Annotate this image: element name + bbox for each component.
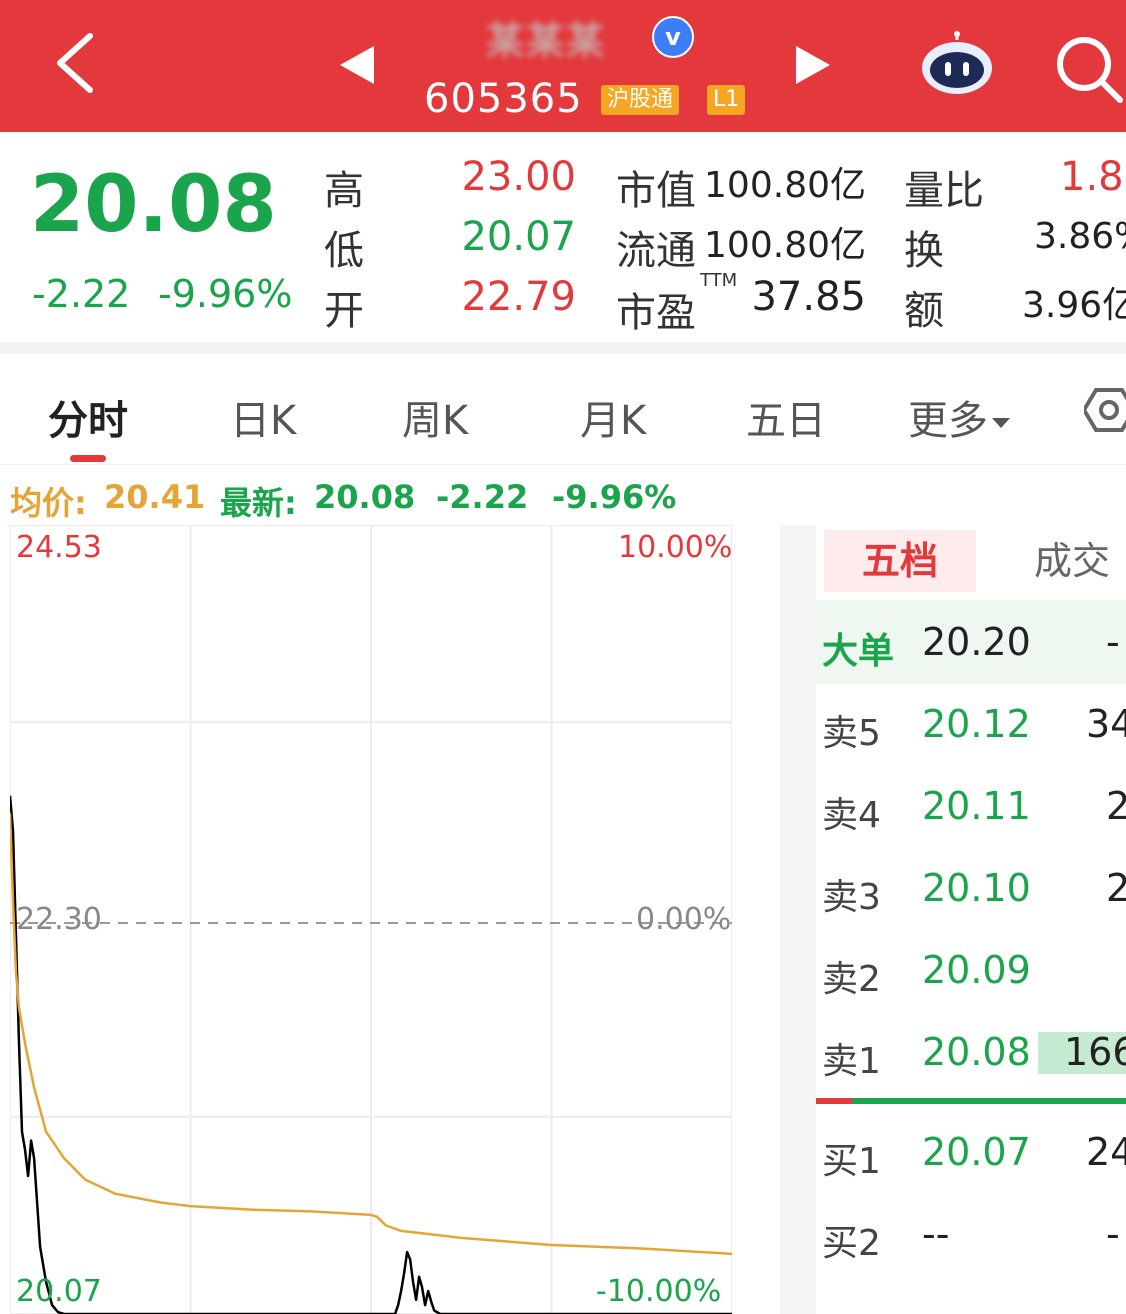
ask5-label: 卖5 bbox=[822, 713, 881, 754]
tab-bottom-line bbox=[0, 464, 1126, 465]
orderbook-separator bbox=[780, 525, 816, 1314]
prev-triangle-icon[interactable] bbox=[340, 46, 374, 84]
bid1-price[interactable]: 20.07 bbox=[922, 1130, 1031, 1174]
verified-badge-icon: v bbox=[652, 16, 694, 58]
tab-monthly-k[interactable]: 月K bbox=[580, 388, 646, 446]
connect-tag: 沪股通 bbox=[601, 85, 680, 115]
pe-label: 市盈 bbox=[616, 290, 696, 336]
high-label: 高 bbox=[324, 168, 364, 214]
bid2-price[interactable]: -- bbox=[922, 1212, 949, 1256]
intraday-chart[interactable] bbox=[10, 525, 732, 1314]
high-value: 23.00 bbox=[461, 154, 576, 200]
back-chevron-icon[interactable] bbox=[48, 28, 108, 98]
turnover-value: 3.86% bbox=[1034, 216, 1126, 257]
chart-grid bbox=[10, 525, 732, 1314]
tab-daily-k[interactable]: 日K bbox=[230, 388, 296, 446]
ask5-price[interactable]: 20.12 bbox=[922, 702, 1031, 746]
caret-down-icon bbox=[992, 418, 1010, 428]
low-value: 20.07 bbox=[461, 214, 576, 260]
level-tag: L1 bbox=[707, 85, 746, 115]
ask3-vol: 2 bbox=[1106, 866, 1126, 910]
tab-five-levels[interactable]: 五档 bbox=[824, 530, 976, 592]
latest-value: 20.08 bbox=[314, 478, 416, 516]
current-price: 20.08 bbox=[30, 160, 277, 250]
price-change: -2.22 bbox=[32, 272, 131, 316]
latest-label: 最新: bbox=[220, 484, 297, 522]
mktcap-label: 市值 bbox=[616, 168, 696, 214]
amount-value: 3.96亿 bbox=[1022, 285, 1126, 326]
ask2-label: 卖2 bbox=[822, 959, 881, 1000]
amount-label: 额 bbox=[904, 288, 944, 334]
big-order-label: 大单 bbox=[822, 631, 895, 672]
y-axis-top-label: 24.53 bbox=[16, 530, 102, 565]
tab-more-label: 更多 bbox=[908, 398, 988, 444]
stock-header: 某某某 v 605365 沪股通 L1 bbox=[0, 0, 1126, 132]
avg-value: 20.41 bbox=[104, 478, 206, 516]
tab-trades[interactable]: 成交 bbox=[1034, 530, 1110, 592]
bid2-vol: - bbox=[1106, 1212, 1120, 1256]
ask4-vol: 2 bbox=[1106, 784, 1126, 828]
low-label: 低 bbox=[324, 228, 364, 274]
ask1-price[interactable]: 20.08 bbox=[922, 1030, 1031, 1074]
pct-axis-bottom-label: -10.00% bbox=[596, 1274, 722, 1309]
y-axis-bottom-label: 20.07 bbox=[16, 1274, 102, 1309]
price-change-pct: -9.96% bbox=[158, 272, 293, 316]
robot-assistant-icon[interactable] bbox=[920, 30, 994, 96]
y-axis-mid-label: 22.30 bbox=[16, 902, 102, 937]
pe-ttm-sup: TTM bbox=[700, 270, 738, 291]
tab-intraday[interactable]: 分时 bbox=[48, 388, 128, 446]
ask3-label: 卖3 bbox=[822, 877, 881, 918]
mktcap-value: 100.80亿 bbox=[704, 165, 866, 206]
ask4-price[interactable]: 20.11 bbox=[922, 784, 1031, 828]
stock-code: 605365 bbox=[424, 76, 583, 122]
ask2-price[interactable]: 20.09 bbox=[922, 948, 1031, 992]
tab-active-indicator bbox=[70, 455, 106, 462]
bid-ask-divider-green bbox=[852, 1098, 1126, 1104]
tab-more[interactable]: 更多 bbox=[908, 388, 1010, 446]
big-order-vol: - bbox=[1106, 620, 1120, 664]
ask3-price[interactable]: 20.10 bbox=[922, 866, 1031, 910]
big-order-price: 20.20 bbox=[922, 620, 1031, 664]
search-icon[interactable] bbox=[1056, 36, 1126, 106]
open-label: 开 bbox=[324, 288, 364, 334]
vol-ratio-label: 量比 bbox=[904, 168, 984, 214]
section-divider bbox=[0, 342, 1126, 354]
turnover-label: 换 bbox=[904, 228, 944, 274]
stock-name: 某某某 bbox=[486, 19, 607, 63]
float-value: 100.80亿 bbox=[704, 225, 866, 266]
vol-ratio-value: 1.8 bbox=[1060, 154, 1124, 200]
bid1-label: 买1 bbox=[822, 1141, 881, 1182]
pe-value: 37.85 bbox=[751, 274, 866, 320]
pct-axis-top-label: 10.00% bbox=[618, 530, 733, 565]
bid2-label: 买2 bbox=[822, 1223, 881, 1264]
ask4-label: 卖4 bbox=[822, 795, 881, 836]
next-triangle-icon[interactable] bbox=[796, 46, 830, 84]
ask1-vol: 166 bbox=[1064, 1030, 1126, 1074]
bid-ask-divider-red bbox=[816, 1098, 852, 1104]
open-value: 22.79 bbox=[461, 274, 576, 320]
tab-five-day[interactable]: 五日 bbox=[746, 388, 826, 446]
pct-axis-mid-label: 0.00% bbox=[636, 902, 732, 937]
ask1-label: 卖1 bbox=[822, 1041, 881, 1082]
ask5-vol: 34 bbox=[1086, 702, 1126, 746]
latest-change-pct: -9.96% bbox=[552, 478, 677, 516]
float-label: 流通 bbox=[616, 228, 696, 274]
bid1-vol: 24 bbox=[1086, 1130, 1126, 1174]
avg-label: 均价: bbox=[10, 484, 87, 522]
latest-change: -2.22 bbox=[436, 478, 529, 516]
settings-gear-icon[interactable] bbox=[1084, 386, 1126, 434]
tab-weekly-k[interactable]: 周K bbox=[402, 388, 468, 446]
